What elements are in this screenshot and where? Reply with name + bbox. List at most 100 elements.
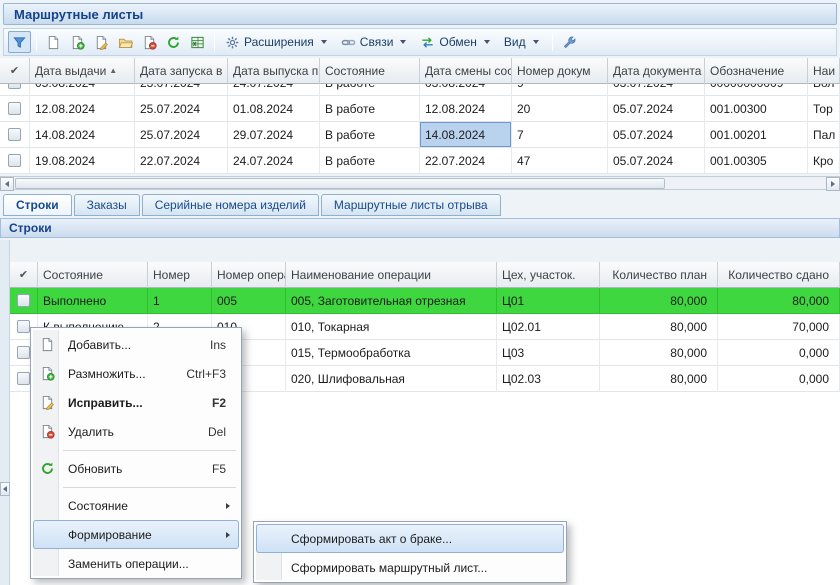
cell[interactable]: 23.07.2024 <box>135 84 228 96</box>
scroll-left-button[interactable] <box>0 177 14 191</box>
menu-item-edit[interactable]: Исправить... F2 <box>33 388 239 417</box>
cell[interactable]: 80,000 <box>600 314 718 340</box>
open-document-button[interactable] <box>114 31 137 53</box>
menu-item-state[interactable]: Состояние <box>33 491 239 520</box>
bottom-col-header-qty-done[interactable]: Количество сдано <box>718 262 840 288</box>
cell[interactable]: В работе <box>320 84 420 96</box>
menu-item-forming[interactable]: Формирование <box>33 520 239 549</box>
cell[interactable]: 010, Токарная <box>286 314 497 340</box>
row-checkbox[interactable] <box>17 294 30 307</box>
cell[interactable]: Ц02.03 <box>497 366 600 392</box>
table-row[interactable]: 05.08.2024 23.07.2024 24.07.2024 В работ… <box>0 84 840 96</box>
export-excel-button[interactable] <box>186 31 209 53</box>
cell[interactable]: 80,000 <box>718 288 840 314</box>
extensions-menu-button[interactable]: Расширения <box>220 31 335 53</box>
cell[interactable]: 22.07.2024 <box>135 148 228 174</box>
cell[interactable]: В работе <box>320 148 420 174</box>
cell[interactable]: Ц03 <box>497 340 600 366</box>
bottom-col-header-number[interactable]: Номер <box>148 262 212 288</box>
top-col-header-date-issued[interactable]: Дата выдачи▲ <box>30 58 135 84</box>
cell[interactable]: 03.08.2024 <box>420 84 512 96</box>
top-select-all-header[interactable]: ✔ <box>0 58 30 84</box>
cell[interactable]: 00000000009 <box>705 84 808 96</box>
cell[interactable]: 80,000 <box>600 288 718 314</box>
menu-item-duplicate[interactable]: Размножить... Ctrl+F3 <box>33 359 239 388</box>
row-checkbox[interactable] <box>17 372 30 385</box>
top-col-header-doc-number[interactable]: Номер докум <box>512 58 608 84</box>
exchange-menu-button[interactable]: Обмен <box>415 31 498 53</box>
bottom-col-header-op-number[interactable]: Номер опера <box>212 262 286 288</box>
top-col-header-date-launch[interactable]: Дата запуска в <box>135 58 228 84</box>
cell[interactable]: 001.00201 <box>705 122 808 148</box>
cell[interactable]: 12.08.2024 <box>420 96 512 122</box>
view-menu-button[interactable]: Вид <box>499 31 547 53</box>
menu-item-refresh[interactable]: Обновить F5 <box>33 454 239 483</box>
row-checkbox[interactable] <box>8 102 21 115</box>
row-checkbox[interactable] <box>17 320 30 333</box>
settings-wrench-button[interactable] <box>558 31 581 53</box>
menu-item-add[interactable]: Добавить... Ins <box>33 330 239 359</box>
cell[interactable]: 01.08.2024 <box>228 96 320 122</box>
top-col-header-name[interactable]: Наи <box>808 58 840 84</box>
cell[interactable]: 0,000 <box>718 340 840 366</box>
cell[interactable]: 005, Заготовительная отрезная <box>286 288 497 314</box>
top-col-header-doc-date[interactable]: Дата документа <box>608 58 705 84</box>
cell[interactable]: 1 <box>148 288 212 314</box>
cell[interactable]: 20 <box>512 96 608 122</box>
cell[interactable]: 020, Шлифовальная <box>286 366 497 392</box>
cell[interactable]: 005 <box>212 288 286 314</box>
cell[interactable]: 22.07.2024 <box>420 148 512 174</box>
cell[interactable]: 24.07.2024 <box>228 148 320 174</box>
scroll-right-button[interactable] <box>826 177 840 191</box>
delete-document-button[interactable] <box>138 31 161 53</box>
links-menu-button[interactable]: Связи <box>336 31 415 53</box>
row-select-cell[interactable] <box>0 84 30 96</box>
cell[interactable]: 0,000 <box>718 366 840 392</box>
cell[interactable]: Кро <box>808 148 840 174</box>
row-select-cell[interactable] <box>0 122 30 148</box>
table-row[interactable]: 19.08.2024 22.07.2024 24.07.2024 В работ… <box>0 148 840 174</box>
scroll-left-button[interactable] <box>0 482 10 496</box>
row-checkbox[interactable] <box>17 346 30 359</box>
table-row[interactable]: 12.08.2024 25.07.2024 01.08.2024 В работ… <box>0 96 840 122</box>
top-col-header-state[interactable]: Состояние <box>320 58 420 84</box>
edit-document-button[interactable] <box>90 31 113 53</box>
cell[interactable]: Пал <box>808 122 840 148</box>
row-checkbox[interactable] <box>8 84 21 89</box>
tab-serial-numbers[interactable]: Серийные номера изделий <box>142 194 319 216</box>
menu-item-delete[interactable]: Удалить Del <box>33 417 239 446</box>
cell[interactable]: 25.07.2024 <box>135 122 228 148</box>
filter-button[interactable] <box>8 31 31 53</box>
refresh-button[interactable] <box>162 31 185 53</box>
table-row[interactable]: 14.08.2024 25.07.2024 29.07.2024 В работ… <box>0 122 840 148</box>
cell[interactable]: Ц02.01 <box>497 314 600 340</box>
duplicate-document-button[interactable] <box>66 31 89 53</box>
menu-item-replace-operations[interactable]: Заменить операции... <box>33 549 239 578</box>
cell[interactable]: Ц01 <box>497 288 600 314</box>
cell[interactable]: 12.08.2024 <box>30 96 135 122</box>
top-grid-hscrollbar[interactable] <box>0 176 840 190</box>
cell[interactable]: 05.07.2024 <box>608 148 705 174</box>
bottom-col-header-op-name[interactable]: Наименование операции <box>286 262 497 288</box>
table-row-done[interactable]: Выполнено 1 005 005, Заготовительная отр… <box>10 288 840 314</box>
bottom-select-all-header[interactable]: ✔ <box>10 262 38 288</box>
cell[interactable]: 03.07.2024 <box>608 84 705 96</box>
cell[interactable]: 19.08.2024 <box>30 148 135 174</box>
bottom-col-header-state[interactable]: Состояние <box>38 262 148 288</box>
cell[interactable]: 05.07.2024 <box>608 122 705 148</box>
cell[interactable]: Вол <box>808 84 840 96</box>
cell[interactable]: В работе <box>320 96 420 122</box>
cell[interactable]: 9 <box>512 84 608 96</box>
tab-zakazy[interactable]: Заказы <box>74 194 140 216</box>
bottom-left-scrollbar[interactable] <box>0 240 10 585</box>
tab-tearoff-sheets[interactable]: Маршрутные листы отрыва <box>321 194 501 216</box>
top-col-header-date-release[interactable]: Дата выпуска п <box>228 58 320 84</box>
cell[interactable]: 015, Термообработка <box>286 340 497 366</box>
tab-stroki[interactable]: Строки <box>3 194 72 216</box>
cell[interactable]: 14.08.2024 <box>30 122 135 148</box>
menu-item-create-route-sheet[interactable]: Сформировать маршрутный лист... <box>256 553 564 582</box>
row-checkbox[interactable] <box>8 154 21 167</box>
cell[interactable]: 25.07.2024 <box>135 96 228 122</box>
row-select-cell[interactable] <box>0 96 30 122</box>
cell[interactable]: Выполнено <box>38 288 148 314</box>
